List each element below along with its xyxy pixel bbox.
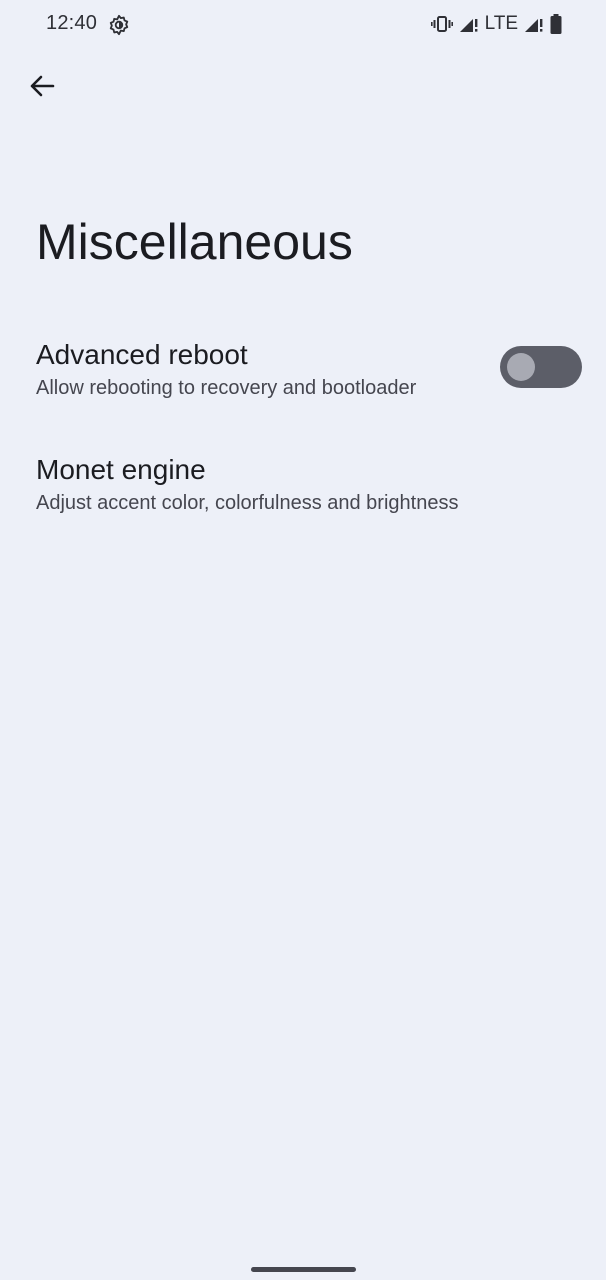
back-button[interactable] [22,68,62,108]
battery-icon [550,14,562,34]
signal-icon [459,15,479,33]
gesture-nav-handle[interactable] [251,1267,356,1272]
page-title: Miscellaneous [36,214,353,270]
status-icons: LTE [430,12,562,36]
pref-summary: Adjust accent color, colorfulness and br… [36,492,459,514]
pref-advanced-reboot[interactable]: Advanced reboot Allow rebooting to recov… [0,330,606,420]
signal-icon [524,15,544,33]
toggle-thumb [507,353,535,381]
pref-title: Advanced reboot [36,339,248,370]
status-time: 12:40 [46,12,98,34]
arrow-back-icon [29,74,55,103]
settings-gear-icon [108,14,130,36]
pref-summary: Allow rebooting to recovery and bootload… [36,377,417,399]
pref-monet-engine[interactable]: Monet engine Adjust accent color, colorf… [0,445,606,535]
network-type: LTE [484,13,518,34]
pref-title: Monet engine [36,454,206,485]
vibrate-icon [430,15,453,33]
advanced-reboot-toggle[interactable] [500,346,582,388]
status-bar: 12:40 LTE [0,0,606,48]
